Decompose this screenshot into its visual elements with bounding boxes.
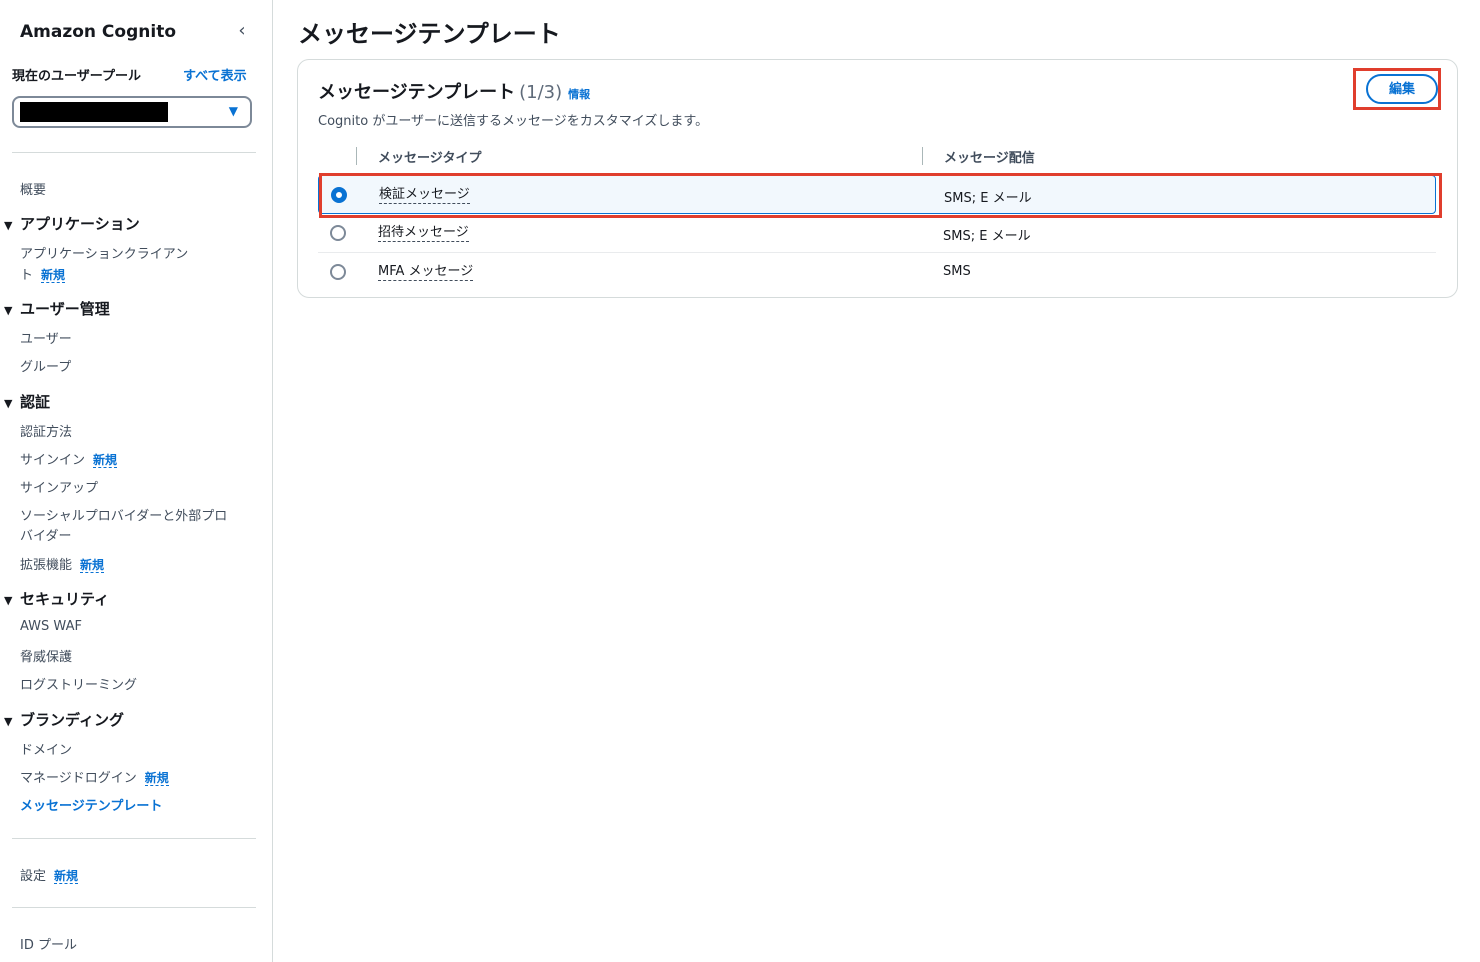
caret-down-icon: ▼: [4, 304, 13, 317]
panel-title-text: メッセージテンプレート: [318, 82, 516, 103]
section-security[interactable]: ▼ セキュリティ: [4, 588, 109, 609]
caret-down-icon: ▼: [228, 104, 238, 118]
section-applications[interactable]: ▼ アプリケーション: [4, 213, 140, 234]
sidebar-item-threat-protection[interactable]: 脅威保護: [20, 646, 72, 665]
column-separator: [922, 147, 923, 165]
sidebar-item-label: アプリケーションクライアン: [20, 247, 189, 262]
caret-down-icon: ▼: [4, 397, 13, 410]
panel-title: メッセージテンプレート (1/3) 情報: [318, 78, 590, 104]
sidebar-divider: [12, 907, 256, 908]
section-heading: 認証: [20, 393, 51, 411]
section-heading: ブランディング: [20, 711, 124, 729]
sidebar-item-label: サインイン: [20, 453, 86, 468]
table-header: メッセージタイプ メッセージ配信: [318, 145, 1436, 175]
current-user-pool-label: 現在のユーザープール: [12, 69, 141, 84]
radio-button[interactable]: [330, 225, 346, 241]
column-header-type[interactable]: メッセージタイプ: [378, 147, 481, 166]
sidebar-item-app-clients-cont[interactable]: ト新規: [20, 264, 66, 283]
table-row[interactable]: 招待メッセージ SMS; E メール: [318, 214, 1436, 253]
sidebar-item-label: 拡張機能: [20, 558, 73, 573]
sidebar-item-managed-login[interactable]: マネージドログイン 新規: [20, 767, 169, 786]
user-pool-select[interactable]: ▼: [12, 96, 252, 128]
sidebar-item-extensions[interactable]: 拡張機能 新規: [20, 554, 105, 573]
caret-down-icon: ▼: [4, 715, 13, 728]
sidebar-title[interactable]: Amazon Cognito: [20, 22, 176, 42]
section-heading: アプリケーション: [20, 215, 140, 233]
sidebar-divider: [12, 838, 256, 839]
sidebar-item-sign-up[interactable]: サインアップ: [20, 477, 98, 496]
info-link[interactable]: 情報: [568, 88, 590, 101]
new-badge: 新規: [144, 771, 169, 786]
new-badge: 新規: [41, 268, 66, 283]
message-delivery: SMS; E メール: [943, 229, 1031, 244]
sidebar-item-label: 設定: [20, 869, 47, 884]
section-authentication[interactable]: ▼ 認証: [4, 391, 50, 412]
sidebar-item-overview[interactable]: 概要: [20, 179, 46, 198]
sidebar-item-settings[interactable]: 設定 新規: [20, 865, 79, 884]
section-heading: ユーザー管理: [20, 300, 110, 318]
sidebar-item-domain[interactable]: ドメイン: [20, 739, 72, 758]
new-badge: 新規: [80, 558, 105, 573]
chevron-left-icon[interactable]: ‹: [232, 20, 252, 42]
table-row[interactable]: MFA メッセージ SMS: [318, 253, 1436, 292]
panel-description: Cognito がユーザーに送信するメッセージをカスタマイズします。: [318, 114, 709, 129]
column-separator: [356, 147, 357, 165]
sidebar-item-social-providers[interactable]: ソーシャルプロバイダーと外部プロ: [20, 505, 227, 524]
caret-down-icon: ▼: [4, 219, 13, 232]
message-type-link[interactable]: 招待メッセージ: [378, 225, 469, 242]
show-all-link[interactable]: すべて表示: [183, 65, 247, 84]
sidebar-divider: [12, 152, 256, 153]
column-header-delivery[interactable]: メッセージ配信: [944, 147, 1035, 166]
sidebar-item-sign-in[interactable]: サインイン 新規: [20, 449, 118, 468]
section-branding[interactable]: ▼ ブランディング: [4, 709, 124, 730]
sidebar: Amazon Cognito ‹ 現在のユーザープール すべて表示 ▼ 概要 ▼…: [0, 0, 273, 962]
caret-down-icon: ▼: [4, 594, 13, 607]
section-heading: セキュリティ: [20, 590, 110, 608]
sidebar-item-users[interactable]: ユーザー: [20, 328, 72, 347]
radio-button[interactable]: [330, 264, 346, 280]
section-user-management[interactable]: ▼ ユーザー管理: [4, 298, 110, 319]
sidebar-item-groups[interactable]: グループ: [20, 356, 71, 375]
message-templates-panel: メッセージテンプレート (1/3) 情報 Cognito がユーザーに送信するメッセ…: [297, 59, 1458, 298]
sidebar-item-app-clients[interactable]: アプリケーションクライアン: [20, 243, 188, 262]
highlight-box: [319, 173, 1442, 218]
sidebar-item-auth-methods[interactable]: 認証方法: [20, 421, 72, 440]
message-delivery: SMS: [943, 264, 971, 279]
selection-count: (1/3): [519, 82, 563, 103]
message-type-link[interactable]: MFA メッセージ: [378, 264, 474, 281]
sidebar-item-label: マネージドログイン: [20, 771, 137, 786]
sidebar-item-label: ト: [20, 268, 34, 283]
new-badge: 新規: [54, 869, 79, 884]
sidebar-item-social-providers-cont[interactable]: バイダー: [20, 525, 71, 544]
new-badge: 新規: [93, 453, 118, 468]
redacted-pool-name: [20, 102, 168, 122]
highlight-box: [1353, 68, 1441, 110]
sidebar-item-aws-waf[interactable]: AWS WAF: [20, 619, 82, 634]
sidebar-item-log-streaming[interactable]: ログストリーミング: [20, 674, 137, 693]
sidebar-item-id-pool[interactable]: ID プール: [20, 934, 77, 953]
sidebar-item-message-templates[interactable]: メッセージテンプレート: [20, 795, 162, 814]
page-title: メッセージテンプレート: [298, 20, 561, 48]
